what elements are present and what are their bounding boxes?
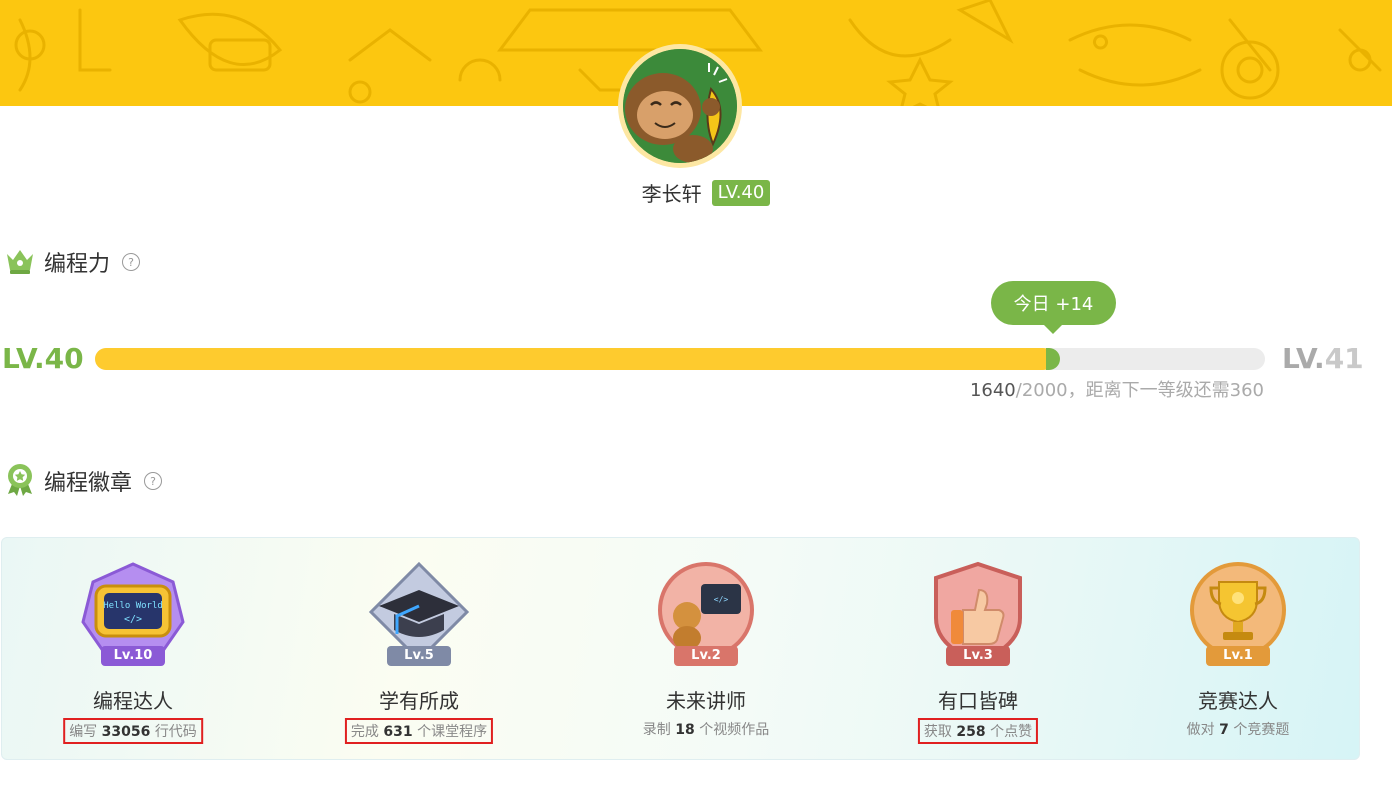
badge-level: Lv.1 [1206,646,1270,666]
crown-icon [4,244,36,280]
progress-knob [1046,348,1060,370]
medal-icon [4,462,36,500]
monkey-teacher-icon: </> Lv.2 [651,560,761,670]
badge-stat: 获取 258 个点赞 [917,718,1039,744]
monkey-avatar-icon [623,49,737,163]
svg-text:</>: </> [714,595,729,604]
badge-stat: 录制 18 个视频作品 [639,718,773,740]
badges-panel: Hello World </> Lv.10 编程达人 编写 33056 行代码 … [1,537,1360,760]
avatar[interactable] [618,44,742,168]
progress-text: 1640/2000，距离下一等级还需360 [970,376,1264,402]
next-level-number: 41 [1324,342,1364,375]
badge-level: Lv.10 [101,646,165,666]
stat-suffix: 个竞赛题 [1233,722,1290,738]
user-level-badge: LV.40 [711,179,771,206]
question-circle-icon[interactable]: ? [122,253,141,271]
stat-suffix: 行代码 [154,724,197,740]
trophy-icon: Lv.1 [1183,560,1293,670]
stat-suffix: 个点赞 [990,724,1033,740]
badge-level: Lv.2 [674,646,738,666]
progress-fill [95,348,1054,370]
badge-name: 学有所成 [379,689,459,713]
stat-prefix: 做对 [1186,722,1215,738]
badge-name: 有口皆碑 [938,689,1018,713]
question-circle-icon[interactable]: ? [144,472,163,490]
stat-value: 7 [1219,722,1229,738]
progress-current: 1640 [969,380,1016,401]
stat-value: 631 [383,724,413,740]
badge-name: 竞赛达人 [1198,689,1278,713]
badge-stat: 完成 631 个课堂程序 [344,718,494,744]
next-level-prefix: LV. [1282,342,1325,375]
thumbs-up-icon: Lv.3 [923,560,1033,670]
current-level-label: LV.40 [2,342,84,375]
stat-prefix: 获取 [923,724,952,740]
stat-prefix: 编写 [69,724,98,740]
badge-level: Lv.5 [387,646,451,666]
stat-prefix: 完成 [350,724,379,740]
stat-value: 258 [956,724,986,740]
today-gain-tooltip: 今日 +14 [991,281,1116,334]
level-progress-bar [95,348,1265,370]
hello-world-screen-icon: Hello World </> Lv.10 [78,560,188,670]
badge-level: Lv.3 [946,646,1010,666]
badge-stat: 编写 33056 行代码 [63,718,203,744]
badges-header: 编程徽章 ? [4,462,163,500]
badge-stat: 做对 7 个竞赛题 [1183,718,1294,740]
progress-remaining: /2000，距离下一等级还需360 [1015,380,1264,401]
badge-name: 编程达人 [93,689,173,713]
user-name: 李长轩 [641,182,702,206]
svg-text:</>: </> [124,614,142,625]
coding-power-header: 编程力 ? [4,244,141,280]
badges-title: 编程徽章 [44,471,133,496]
stat-suffix: 个课堂程序 [417,724,488,740]
user-info: 李长轩 LV.40 [0,178,1392,207]
stat-suffix: 个视频作品 [699,722,770,738]
stat-prefix: 录制 [642,722,671,738]
next-level-label: LV.41 [1282,342,1364,375]
svg-text:Hello World: Hello World [103,601,163,611]
graduation-cap-icon: Lv.5 [364,560,474,670]
stat-value: 33056 [101,724,151,740]
coding-power-title: 编程力 [44,252,111,277]
stat-value: 18 [675,722,695,738]
badge-name: 未来讲师 [666,689,746,713]
